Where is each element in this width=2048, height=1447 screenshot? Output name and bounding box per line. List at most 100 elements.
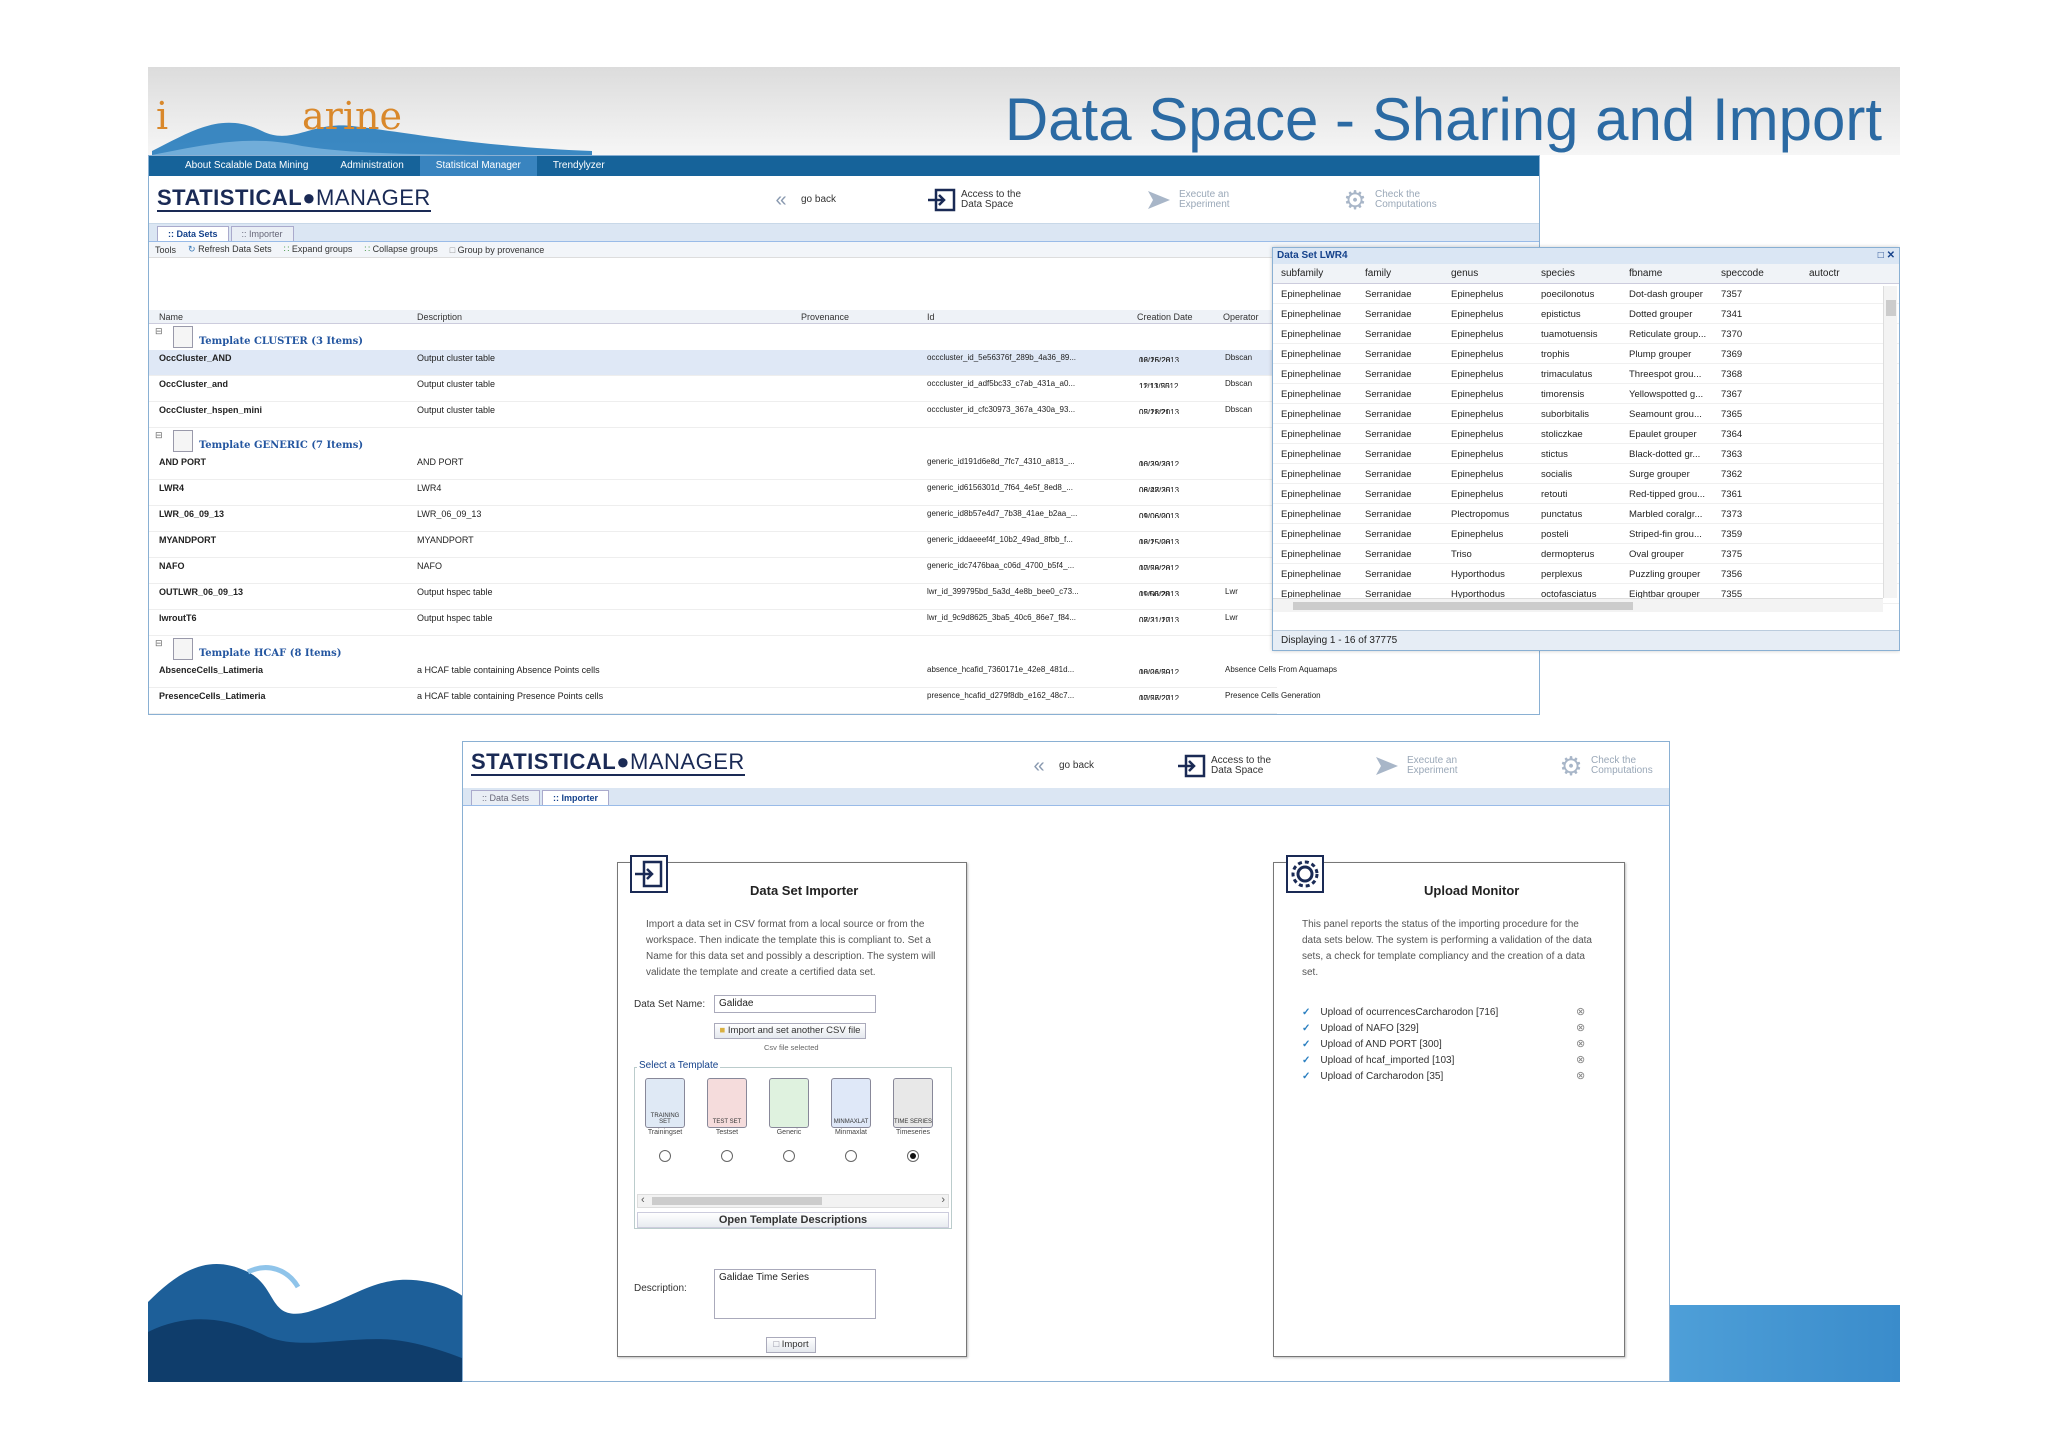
remove-upload-icon[interactable]: ⊗ — [1576, 1005, 1585, 1018]
expand-groups-button[interactable]: ∷ Expand groups — [284, 244, 353, 255]
dataset-row[interactable]: Epinephelinae Serranidae Epinephelus trophi… — [1273, 344, 1899, 364]
data-set-name-label: Data Set Name: — [634, 999, 706, 1010]
col-id[interactable]: Id — [927, 312, 935, 322]
tab-importer[interactable]: :: Importer — [230, 226, 294, 241]
table-row[interactable]: AbsenceCells_Latimeria a HCAF table conta… — [149, 662, 1337, 688]
template-radio[interactable] — [659, 1150, 671, 1162]
import-button[interactable]: □ Import — [766, 1337, 816, 1353]
dataset-col-species[interactable]: species — [1541, 268, 1575, 279]
template-option-trainingset[interactable]: TRAINING SET Trainingset — [643, 1078, 687, 1162]
horizontal-scrollbar[interactable] — [1273, 598, 1883, 612]
dataset-row[interactable]: Epinephelinae Serranidae Hyporthodus perple… — [1273, 564, 1899, 584]
dataset-col-subfamily[interactable]: subfamily — [1281, 268, 1323, 279]
template-radio[interactable] — [721, 1150, 733, 1162]
collapse-groups-button[interactable]: ∷ Collapse groups — [364, 244, 437, 255]
vertical-scrollbar[interactable] — [1883, 286, 1897, 598]
menu-trendylyzer[interactable]: Trendylyzer — [537, 156, 621, 176]
dataset-col-fbname[interactable]: fbname — [1629, 268, 1662, 279]
dataset-cell: Epinephelinae — [1281, 549, 1342, 560]
dataset-row[interactable]: Epinephelinae Serranidae Epinephelus retout… — [1273, 484, 1899, 504]
data-set-name-input[interactable]: Galidae — [714, 995, 876, 1013]
group-by-provenance-button[interactable]: □ Group by provenance — [450, 245, 545, 255]
refresh-datasets-button[interactable]: ↻ Refresh Data Sets — [188, 244, 272, 255]
col-description[interactable]: Description — [417, 312, 462, 322]
dataset-creation-date: 10/29/2012 06:39:33 — [1139, 460, 1180, 466]
upload-monitor-title: Upload Monitor — [1424, 883, 1520, 898]
description-textarea[interactable]: Galidae Time Series — [714, 1269, 876, 1319]
menu-administration[interactable]: Administration — [324, 156, 419, 176]
collapse-toggle-icon[interactable]: ⊟ — [155, 326, 163, 337]
remove-upload-icon[interactable]: ⊗ — [1576, 1053, 1585, 1066]
window-buttons[interactable]: □ ✕ — [1878, 248, 1895, 264]
collapse-toggle-icon[interactable]: ⊟ — [155, 638, 163, 649]
col-provenance[interactable]: Provenance — [801, 312, 849, 322]
table-row[interactable]: OUTLWR_06_09_13Output hspec table▶Comput… — [149, 584, 1277, 610]
table-row[interactable]: NAFONAFO⇨Importedgeneric_idc7476baa_c06d… — [149, 558, 1277, 584]
template-option-timeseries[interactable]: TIME SERIES Timeseries — [891, 1078, 935, 1162]
remove-upload-icon[interactable]: ⊗ — [1576, 1021, 1585, 1034]
template-option-testset[interactable]: TEST SET Testset — [705, 1078, 749, 1162]
dataset-col-genus[interactable]: genus — [1451, 268, 1478, 279]
tab-data-sets[interactable]: :: Data Sets — [471, 790, 541, 805]
collapse-toggle-icon[interactable]: ⊟ — [155, 430, 163, 441]
table-row[interactable]: MYANDPORTMYANDPORT⇨Importedgeneric_iddae… — [149, 532, 1277, 558]
menu-about[interactable]: About Scalable Data Mining — [169, 156, 324, 176]
dataset-row[interactable]: Epinephelinae Serranidae Epinephelus timore… — [1273, 384, 1899, 404]
dataset-row[interactable]: Epinephelinae Serranidae Epinephelus suborb… — [1273, 404, 1899, 424]
template-scrollbar[interactable]: ‹ › — [637, 1194, 949, 1208]
template-option-minmaxlat[interactable]: MINMAXLAT Minmaxlat — [829, 1078, 873, 1162]
tab-importer[interactable]: :: Importer — [542, 790, 610, 805]
table-row[interactable]: lwroutT6Output hspec table▶Computedlwr_i… — [149, 610, 1277, 636]
col-creation-date[interactable]: Creation Date — [1137, 312, 1193, 322]
dataset-row[interactable]: Epinephelinae Serranidae Epinephelus stolic… — [1273, 424, 1899, 444]
dataset-row[interactable]: Epinephelinae Serranidae Triso dermopterus O… — [1273, 544, 1899, 564]
dataset-row[interactable]: Epinephelinae Serranidae Epinephelus poecil… — [1273, 284, 1899, 304]
template-radio[interactable] — [783, 1150, 795, 1162]
dataset-row[interactable]: Epinephelinae Serranidae Epinephelus tuamot… — [1273, 324, 1899, 344]
dataset-col-speccode[interactable]: speccode — [1721, 268, 1764, 279]
template-radio[interactable] — [907, 1150, 919, 1162]
refresh-icon: ↻ — [188, 244, 196, 254]
check-computations-button[interactable]: ⚙ Check the Computations — [1339, 186, 1436, 214]
table-row[interactable]: LWR_06_09_13LWR_06_09_13⇨Importedgeneric… — [149, 506, 1277, 532]
dataset-row[interactable]: Epinephelinae Serranidae Epinephelus postel… — [1273, 524, 1899, 544]
dataset-row[interactable]: Epinephelinae Serranidae Plectropomus punct… — [1273, 504, 1899, 524]
dataset-cell: Hyporthodus — [1451, 569, 1505, 580]
table-row[interactable]: OccCluster_hspen_mini Output cluster tabl… — [149, 402, 1277, 428]
importer-instructions: Import a data set in CSV format from a l… — [646, 919, 936, 978]
scroll-left-icon[interactable]: ‹ — [641, 1194, 645, 1206]
execute-experiment-button[interactable]: Execute an Experiment — [1371, 752, 1458, 780]
group-header[interactable]: ⊟ Template HCAF (8 Items) — [149, 636, 1277, 662]
table-row[interactable]: AND PORTAND PORT⇨Importedgeneric_id191d6… — [149, 454, 1277, 480]
table-row[interactable]: OccCluster_ANDOutput cluster table▶Compu… — [149, 350, 1277, 376]
remove-upload-icon[interactable]: ⊗ — [1576, 1037, 1585, 1050]
dataset-row[interactable]: Epinephelinae Serranidae Epinephelus social… — [1273, 464, 1899, 484]
dataset-col-autoctr[interactable]: autoctr — [1809, 268, 1840, 279]
go-back-button[interactable]: « go back — [1023, 752, 1094, 780]
dataset-row[interactable]: Epinephelinae Serranidae Epinephelus trimac… — [1273, 364, 1899, 384]
template-option-generic[interactable]: Generic — [767, 1078, 811, 1162]
group-header[interactable]: ⊟ Template CLUSTER (3 Items) — [149, 324, 1277, 350]
open-template-descriptions-button[interactable]: Open Template Descriptions — [637, 1212, 949, 1228]
access-data-space-button[interactable]: Access to the Data Space — [925, 186, 1021, 214]
table-row[interactable]: LWR4LWR4⇨Importedgeneric_id6156301d_7f64… — [149, 480, 1277, 506]
dataset-row[interactable]: Epinephelinae Serranidae Epinephelus episti… — [1273, 304, 1899, 324]
col-name[interactable]: Name — [159, 312, 183, 322]
check-computations-button[interactable]: ⚙ Check the Computations — [1555, 752, 1652, 780]
col-operator[interactable]: Operator — [1223, 312, 1259, 322]
go-back-button[interactable]: « go back — [765, 186, 836, 214]
import-csv-button[interactable]: ■ Import and set another CSV file — [714, 1023, 866, 1039]
template-radio[interactable] — [845, 1150, 857, 1162]
dataset-row[interactable]: Epinephelinae Serranidae Epinephelus stictu… — [1273, 444, 1899, 464]
group-header[interactable]: ⊟ Template GENERIC (7 Items) — [149, 428, 1277, 454]
scroll-right-icon[interactable]: › — [941, 1194, 945, 1206]
remove-upload-icon[interactable]: ⊗ — [1576, 1069, 1585, 1082]
table-row[interactable]: OccCluster_andOutput cluster table▶Compu… — [149, 376, 1277, 402]
checkmark-icon: ✓ — [1302, 1023, 1311, 1034]
dataset-col-family[interactable]: family — [1365, 268, 1391, 279]
menu-statistical-manager[interactable]: Statistical Manager — [419, 156, 537, 176]
execute-experiment-button[interactable]: Execute an Experiment — [1143, 186, 1230, 214]
table-row[interactable]: PresenceCells_Latimeria a HCAF table cont… — [149, 688, 1321, 714]
access-data-space-button[interactable]: Access to the Data Space — [1175, 752, 1271, 780]
tab-data-sets[interactable]: :: Data Sets — [157, 226, 229, 241]
